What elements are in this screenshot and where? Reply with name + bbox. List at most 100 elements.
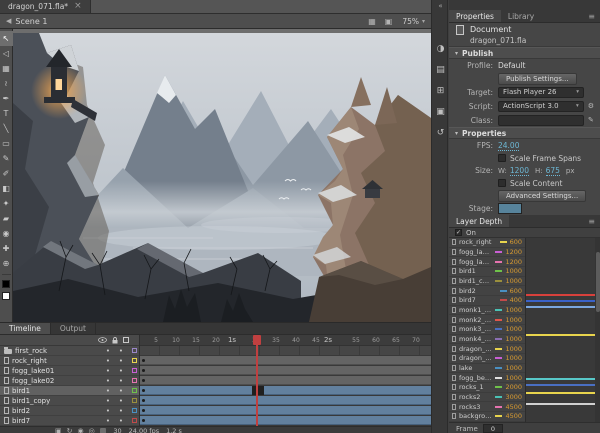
selection-tool[interactable]: ↖	[0, 31, 13, 46]
text-tool[interactable]: T	[0, 106, 13, 121]
lock-dot[interactable]: •	[116, 367, 126, 375]
depth-value[interactable]: 3000	[505, 393, 522, 401]
eraser-tool[interactable]: ▰	[0, 211, 13, 226]
visibility-dot[interactable]: •	[103, 377, 113, 385]
zoom-tool[interactable]: ⊕	[0, 256, 13, 271]
visibility-dot[interactable]: •	[103, 387, 113, 395]
depth-value[interactable]: 1000	[505, 316, 522, 324]
target-select[interactable]: Flash Player 26 ▾	[498, 87, 584, 98]
properties-section-header[interactable]: ▾ Properties	[449, 127, 600, 139]
paint-bucket-tool[interactable]: ◧	[0, 181, 13, 196]
depth-value[interactable]: 1000	[505, 345, 522, 353]
timeline-layer-rock_right[interactable]: rock_right••	[0, 356, 139, 366]
lock-dot[interactable]: •	[116, 397, 126, 405]
depth-row-rocks3[interactable]: rocks34500	[449, 402, 525, 412]
lock-icon[interactable]	[112, 337, 118, 344]
frame-ruler[interactable]: 510152030354045556065701s2s	[140, 335, 431, 346]
outline-color-swatch[interactable]	[129, 377, 139, 385]
eye-icon[interactable]	[98, 337, 107, 343]
depth-frame-value[interactable]: 0	[483, 424, 503, 433]
depth-line[interactable]	[526, 300, 595, 302]
color-panel-icon[interactable]: ◑	[437, 44, 445, 54]
depth-on-toggle[interactable]: ✓	[455, 229, 462, 236]
publish-settings-button[interactable]: Publish Settings...	[498, 73, 577, 85]
depth-graph[interactable]	[525, 238, 595, 422]
depth-row-background[interactable]: background4500	[449, 412, 525, 422]
depth-value[interactable]: 400	[510, 296, 522, 304]
depth-row-fogg_lake01[interactable]: fogg_lake011200	[449, 248, 525, 258]
depth-value[interactable]: 1000	[505, 364, 522, 372]
depth-line[interactable]	[526, 384, 595, 386]
depth-value[interactable]: 4500	[505, 412, 522, 420]
stage-area[interactable]	[13, 29, 431, 322]
transform-panel-icon[interactable]: ▣	[436, 107, 445, 117]
timeline-layer-bird7[interactable]: bird7••	[0, 416, 139, 426]
scrollbar[interactable]	[595, 238, 600, 422]
loop-icon[interactable]: ↻	[67, 427, 73, 433]
frame-row-bird1_copy[interactable]	[140, 396, 431, 406]
class-edit-icon[interactable]: ✎	[588, 116, 594, 124]
frame-row-bird7[interactable]	[140, 416, 431, 426]
depth-row-monk4_walk[interactable]: monk4_walk1000	[449, 335, 525, 345]
timeline-layer-first_rock[interactable]: first_rock••	[0, 346, 139, 356]
depth-value[interactable]: 1000	[505, 335, 522, 343]
advanced-settings-button[interactable]: Advanced Settings...	[498, 190, 586, 202]
frame-row-fogg_lake01[interactable]	[140, 366, 431, 376]
tab-properties[interactable]: Properties	[449, 10, 501, 22]
class-input[interactable]	[498, 115, 584, 126]
publish-section-header[interactable]: ▾ Publish	[449, 47, 600, 59]
history-panel-icon[interactable]: ↺	[437, 128, 445, 138]
outline-color-swatch[interactable]	[129, 357, 139, 365]
panel-menu-icon[interactable]: ≡	[588, 217, 595, 226]
depth-value[interactable]: 1000	[505, 267, 522, 275]
timeline-layer-bird1_copy[interactable]: bird1_copy••	[0, 396, 139, 406]
back-icon[interactable]: ◀	[6, 17, 11, 25]
fill-color-swatch[interactable]	[2, 292, 10, 300]
depth-value[interactable]: 1000	[505, 374, 522, 382]
scale-content-checkbox[interactable]	[498, 179, 506, 187]
depth-row-monk1_walk[interactable]: monk1_walk1000	[449, 306, 525, 316]
depth-value[interactable]: 2000	[505, 383, 522, 391]
depth-value[interactable]: 4500	[505, 403, 522, 411]
depth-value[interactable]: 600	[510, 238, 522, 246]
depth-value[interactable]: 1200	[505, 248, 522, 256]
script-settings-icon[interactable]: ⚙	[588, 102, 594, 110]
depth-row-rock_right[interactable]: rock_right600	[449, 238, 525, 248]
timeline-tab-timeline[interactable]: Timeline	[0, 323, 51, 334]
depth-row-bird2[interactable]: bird2600	[449, 286, 525, 296]
timeline-layer-fogg_lake02[interactable]: fogg_lake02••	[0, 376, 139, 386]
line-tool[interactable]: ╲	[0, 121, 13, 136]
eyedropper-tool[interactable]: ✦	[0, 196, 13, 211]
depth-line[interactable]	[526, 294, 595, 296]
fps-value[interactable]: 24.00	[498, 141, 519, 151]
onion-skin-icon[interactable]: ◉	[78, 427, 84, 433]
lock-dot[interactable]: •	[116, 357, 126, 365]
subselection-tool[interactable]: ◁	[0, 46, 13, 61]
pen-tool[interactable]: ✒	[0, 91, 13, 106]
zoom-select[interactable]: 75% ▾	[402, 17, 425, 26]
lock-dot[interactable]: •	[116, 417, 126, 425]
lock-dot[interactable]: •	[116, 347, 126, 355]
depth-line[interactable]	[526, 392, 595, 394]
visibility-dot[interactable]: •	[103, 347, 113, 355]
playhead-handle[interactable]	[253, 335, 261, 345]
outline-color-swatch[interactable]	[129, 387, 139, 395]
depth-row-dragon_new[interactable]: dragon_new1000	[449, 354, 525, 364]
depth-line[interactable]	[526, 306, 595, 308]
depth-value[interactable]: 1000	[505, 325, 522, 333]
depth-row-monk3_walk[interactable]: monk3_walk1000	[449, 325, 525, 335]
frame-row-rock_right[interactable]	[140, 356, 431, 366]
swatches-panel-icon[interactable]: ▤	[436, 65, 445, 75]
collapse-panels-icon[interactable]: «	[432, 2, 449, 10]
rectangle-tool[interactable]: ▭	[0, 136, 13, 151]
outline-color-swatch[interactable]	[129, 397, 139, 405]
depth-value[interactable]: 1000	[505, 277, 522, 285]
edit-scene-icon[interactable]: ▦	[368, 17, 376, 26]
scale-frame-spans-checkbox[interactable]	[498, 154, 506, 162]
outline-color-swatch[interactable]	[129, 417, 139, 425]
timeline-frames[interactable]: 510152030354045556065701s2s	[140, 335, 431, 426]
lock-dot[interactable]: •	[116, 407, 126, 415]
align-panel-icon[interactable]: ⊞	[437, 86, 445, 96]
depth-row-bird7[interactable]: bird7400	[449, 296, 525, 306]
timeline-layer-bird1[interactable]: bird1••	[0, 386, 139, 396]
